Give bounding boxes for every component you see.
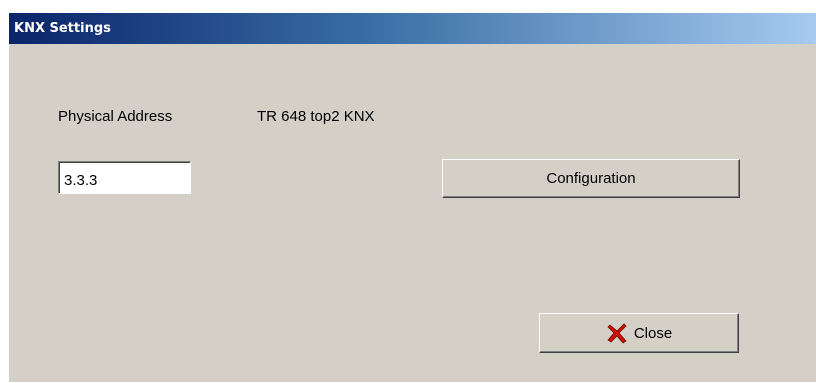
close-button[interactable]: Close [539, 313, 739, 353]
device-name: TR 648 top2 KNX [257, 108, 375, 125]
close-button-label: Close [633, 324, 673, 342]
settings-panel: Physical Address TR 648 top2 KNX Configu… [9, 44, 816, 383]
window-title: KNX Settings [14, 21, 111, 36]
configuration-button[interactable]: Configuration [442, 159, 740, 198]
title-bar[interactable]: KNX Settings [9, 13, 816, 44]
configuration-button-label: Configuration [546, 170, 636, 187]
close-icon [606, 322, 628, 344]
physical-address-input[interactable] [58, 161, 191, 194]
physical-address-label: Physical Address [58, 108, 173, 125]
knx-settings-window: KNX Settings Physical Address TR 648 top… [8, 12, 816, 382]
